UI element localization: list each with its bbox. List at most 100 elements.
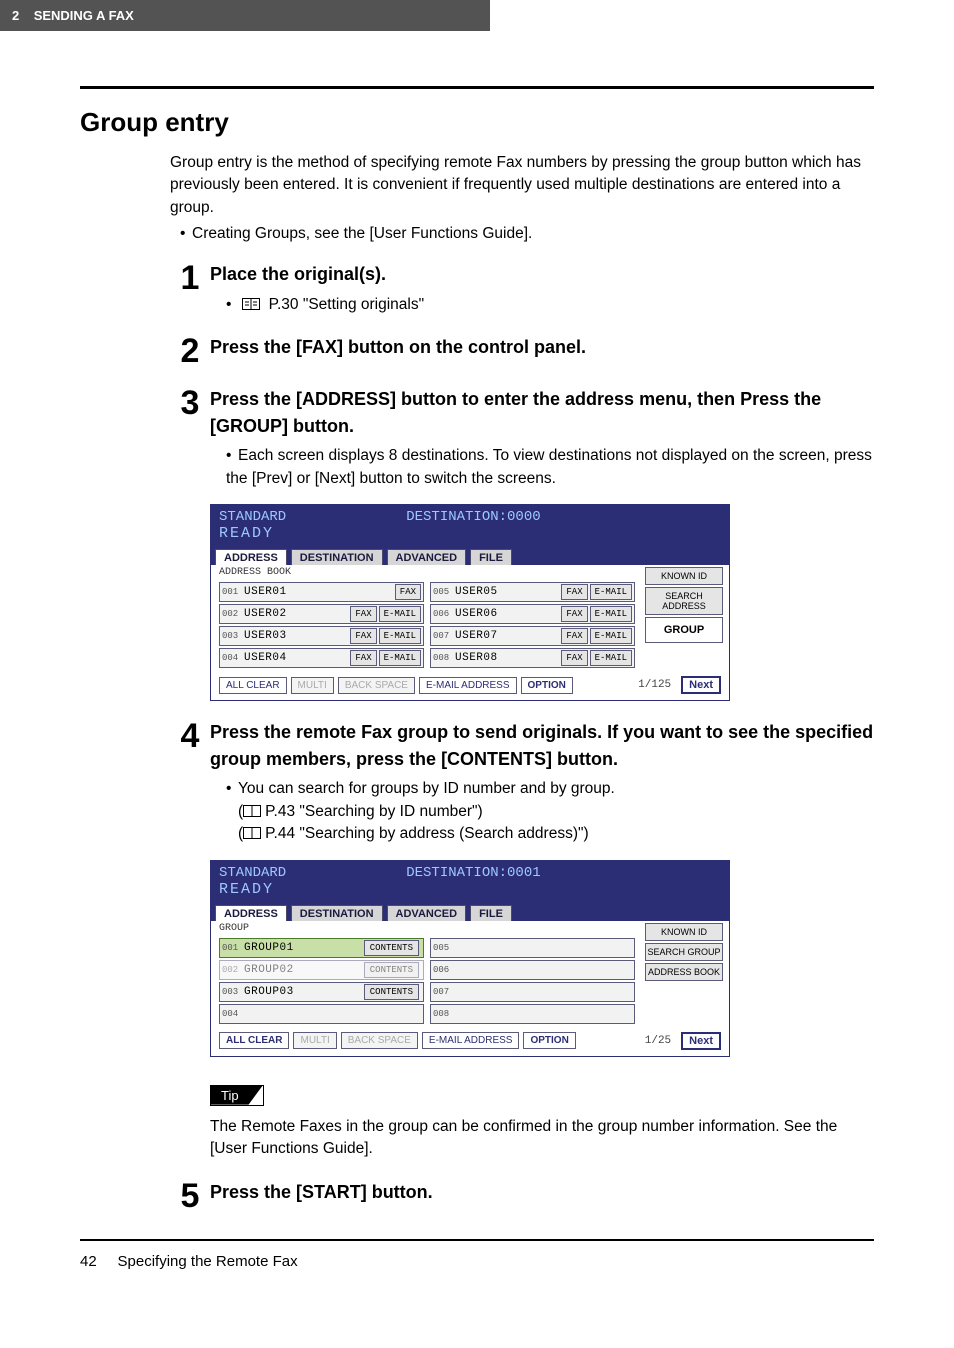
- book-icon: [242, 298, 260, 310]
- email-button[interactable]: E-MAIL: [590, 650, 632, 666]
- group-row[interactable]: 007: [430, 982, 635, 1002]
- intro-bullet: •Creating Groups, see the [User Function…: [180, 225, 874, 243]
- tab-advanced[interactable]: ADVANCED: [387, 905, 467, 922]
- group-row[interactable]: 005: [430, 938, 635, 958]
- search-address-button[interactable]: SEARCH ADDRESS: [645, 587, 723, 615]
- group-button[interactable]: GROUP: [645, 617, 723, 643]
- step-5: 5 Press the [START] button.: [170, 1179, 874, 1213]
- tab-address[interactable]: ADDRESS: [215, 549, 287, 566]
- tab-file[interactable]: FILE: [470, 905, 512, 922]
- email-button[interactable]: E-MAIL: [379, 628, 421, 644]
- email-button[interactable]: E-MAIL: [590, 584, 632, 600]
- contents-button[interactable]: CONTENTS: [364, 984, 419, 1000]
- fax-button[interactable]: FAX: [561, 584, 587, 600]
- address-row[interactable]: 006USER06FAXE-MAIL: [430, 604, 635, 624]
- step-1: 1 Place the original(s). • P.30 "Setting…: [170, 261, 874, 316]
- backspace-button[interactable]: BACK SPACE: [341, 1032, 418, 1049]
- step-2: 2 Press the [FAX] button on the control …: [170, 334, 874, 368]
- ready-label: READY: [219, 525, 721, 542]
- address-row[interactable]: 007USER07FAXE-MAIL: [430, 626, 635, 646]
- group-row[interactable]: 002GROUP02CONTENTS: [219, 960, 424, 980]
- destination-label: DESTINATION:0000: [406, 509, 540, 525]
- footer-section: Specifying the Remote Fax: [118, 1253, 298, 1270]
- fax-button[interactable]: FAX: [561, 650, 587, 666]
- all-clear-button[interactable]: ALL CLEAR: [219, 677, 287, 694]
- email-button[interactable]: E-MAIL: [590, 606, 632, 622]
- tab-destination[interactable]: DESTINATION: [291, 905, 383, 922]
- email-button[interactable]: E-MAIL: [590, 628, 632, 644]
- chapter-header: 2 SENDING A FAX: [0, 0, 490, 31]
- destination-label: DESTINATION:0001: [406, 865, 540, 881]
- group-row[interactable]: 004: [219, 1004, 424, 1024]
- page-indicator: 1/125: [638, 679, 671, 691]
- book-icon: [243, 827, 261, 839]
- address-row[interactable]: 003USER03FAXE-MAIL: [219, 626, 424, 646]
- chapter-title: SENDING A FAX: [34, 8, 134, 23]
- group-row[interactable]: 001GROUP01CONTENTS: [219, 938, 424, 958]
- fax-button[interactable]: FAX: [350, 650, 376, 666]
- step-number: 2: [170, 334, 210, 368]
- page-title: Group entry: [80, 107, 874, 138]
- fax-button[interactable]: FAX: [350, 606, 376, 622]
- contents-button[interactable]: CONTENTS: [364, 962, 419, 978]
- address-row[interactable]: 008USER08FAXE-MAIL: [430, 648, 635, 668]
- address-book-screen: STANDARD DESTINATION:0000 READY ADDRESS …: [210, 504, 730, 701]
- search-group-button[interactable]: SEARCH GROUP: [645, 943, 723, 961]
- page-footer: 42 Specifying the Remote Fax: [0, 1253, 954, 1270]
- step-title: Press the [ADDRESS] button to enter the …: [210, 389, 821, 435]
- fax-button[interactable]: FAX: [561, 606, 587, 622]
- tab-advanced[interactable]: ADVANCED: [387, 549, 467, 566]
- known-id-button[interactable]: KNOWN ID: [645, 923, 723, 941]
- tab-bar: ADDRESS DESTINATION ADVANCED FILE: [211, 902, 729, 921]
- fax-button[interactable]: FAX: [395, 584, 421, 600]
- page-number: 42: [80, 1253, 97, 1270]
- tab-bar: ADDRESS DESTINATION ADVANCED FILE: [211, 546, 729, 565]
- step-3-bullet: •Each screen displays 8 destinations. To…: [226, 445, 874, 490]
- address-row[interactable]: 005USER05FAXE-MAIL: [430, 582, 635, 602]
- tip-label: Tip: [210, 1085, 264, 1106]
- step-3-bullet-text: Each screen displays 8 destinations. To …: [226, 447, 872, 486]
- multi-button[interactable]: MULTI: [291, 677, 334, 694]
- option-button[interactable]: OPTION: [521, 677, 573, 694]
- divider-bottom: [80, 1239, 874, 1241]
- tab-file[interactable]: FILE: [470, 549, 512, 566]
- step-3: 3 Press the [ADDRESS] button to enter th…: [170, 386, 874, 490]
- group-row[interactable]: 008: [430, 1004, 635, 1024]
- address-row[interactable]: 004USER04FAXE-MAIL: [219, 648, 424, 668]
- intro-bullet-text: Creating Groups, see the [User Functions…: [192, 225, 532, 242]
- multi-button[interactable]: MULTI: [293, 1032, 336, 1049]
- book-icon: [243, 805, 261, 817]
- fax-button[interactable]: FAX: [561, 628, 587, 644]
- address-row[interactable]: 002USER02FAXE-MAIL: [219, 604, 424, 624]
- group-row[interactable]: 003GROUP03CONTENTS: [219, 982, 424, 1002]
- step-title: Press the [START] button.: [210, 1182, 433, 1202]
- option-button[interactable]: OPTION: [523, 1032, 575, 1049]
- address-row[interactable]: 001USER01FAX: [219, 582, 424, 602]
- tab-address[interactable]: ADDRESS: [215, 905, 287, 922]
- group-screen: STANDARD DESTINATION:0001 READY ADDRESS …: [210, 860, 730, 1057]
- step-title: Press the remote Fax group to send origi…: [210, 722, 873, 768]
- contents-button[interactable]: CONTENTS: [364, 940, 419, 956]
- mode-label: STANDARD: [219, 509, 286, 525]
- step-1-ref: • P.30 "Setting originals": [226, 294, 874, 316]
- email-button[interactable]: E-MAIL: [379, 606, 421, 622]
- email-address-button[interactable]: E-MAIL ADDRESS: [422, 1032, 520, 1049]
- address-book-button[interactable]: ADDRESS BOOK: [645, 963, 723, 981]
- backspace-button[interactable]: BACK SPACE: [338, 677, 415, 694]
- divider-top: [80, 86, 874, 89]
- email-address-button[interactable]: E-MAIL ADDRESS: [419, 677, 517, 694]
- step-number: 1: [170, 261, 210, 316]
- fax-button[interactable]: FAX: [350, 628, 376, 644]
- email-button[interactable]: E-MAIL: [379, 650, 421, 666]
- all-clear-button[interactable]: ALL CLEAR: [219, 1032, 289, 1049]
- step-4: 4 Press the remote Fax group to send ori…: [170, 719, 874, 845]
- tip-text: The Remote Faxes in the group can be con…: [210, 1116, 874, 1161]
- next-button[interactable]: Next: [681, 1032, 721, 1050]
- tab-destination[interactable]: DESTINATION: [291, 549, 383, 566]
- known-id-button[interactable]: KNOWN ID: [645, 567, 723, 585]
- chapter-number: 2: [12, 8, 19, 23]
- next-button[interactable]: Next: [681, 676, 721, 694]
- group-row[interactable]: 006: [430, 960, 635, 980]
- step-number: 4: [170, 719, 210, 845]
- step-1-ref-text: P.30 "Setting originals": [269, 296, 424, 313]
